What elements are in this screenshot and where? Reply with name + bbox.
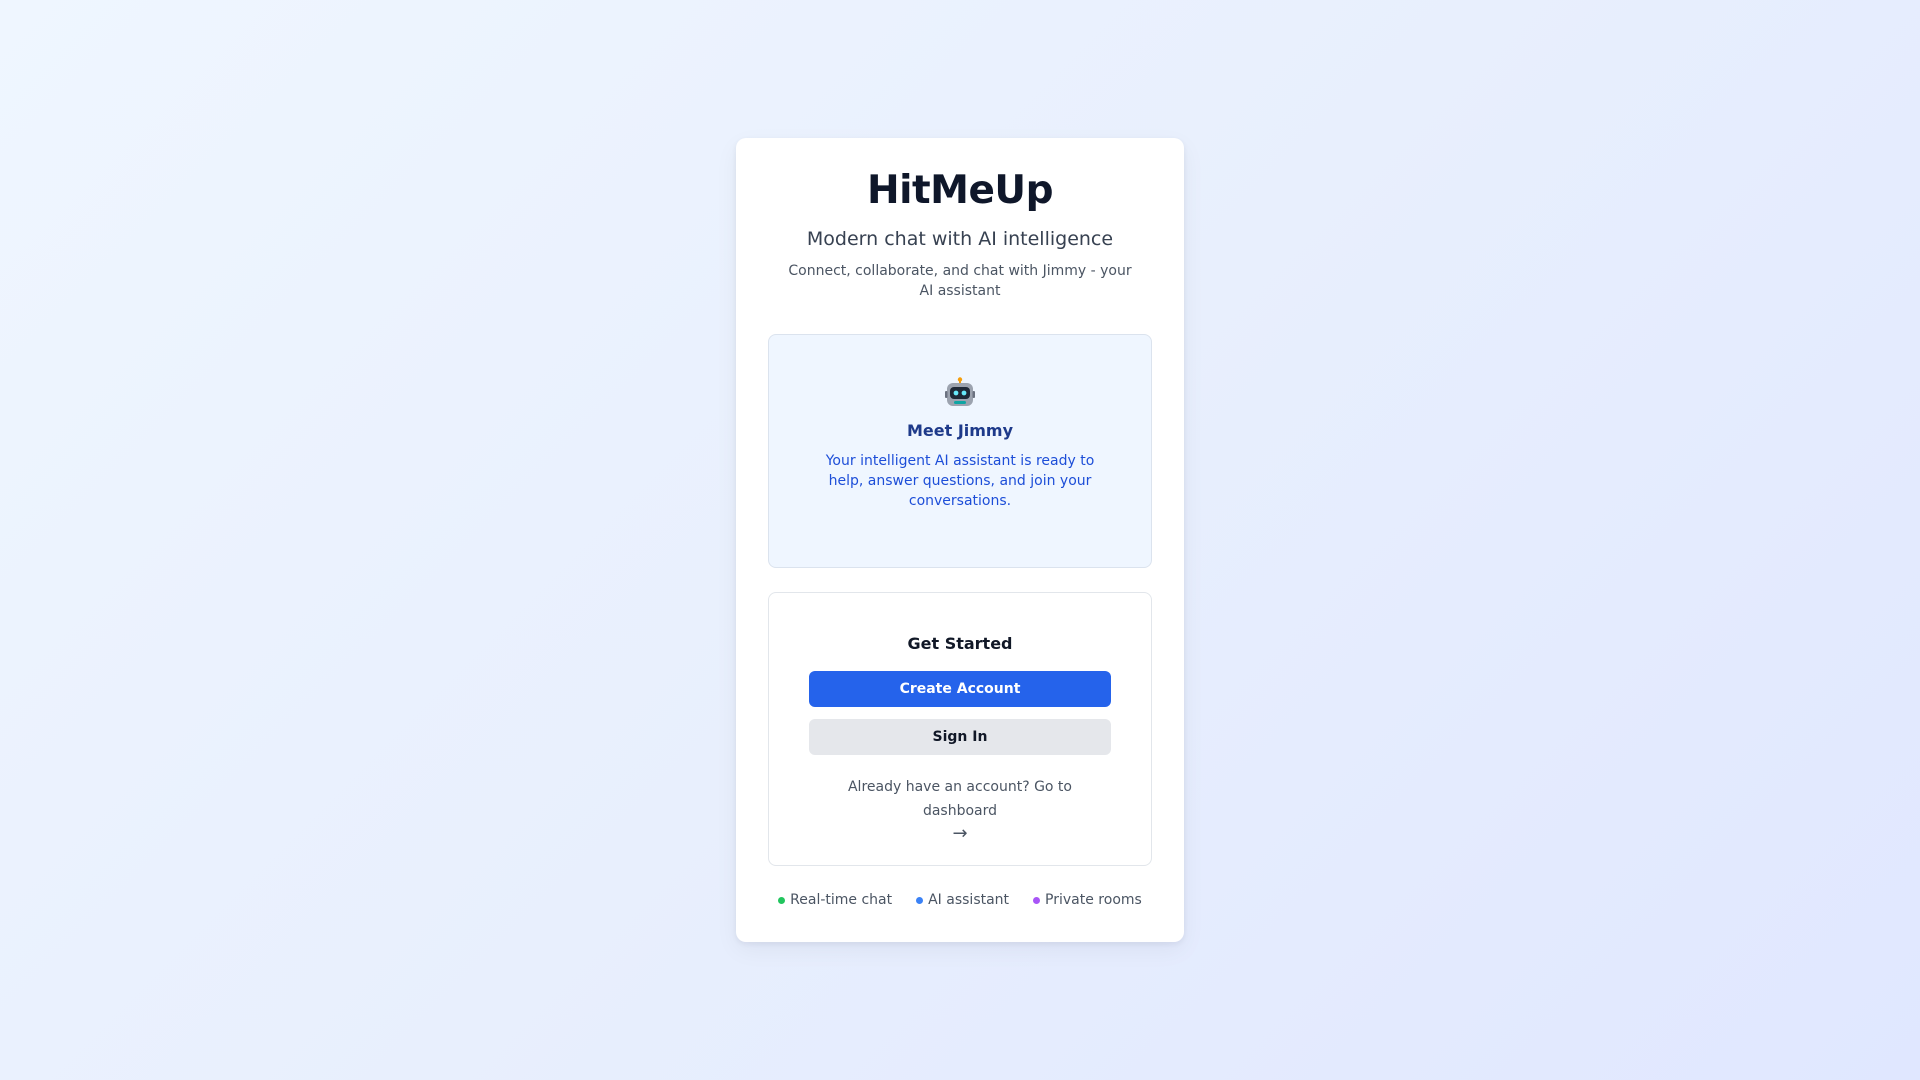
sign-in-button[interactable]: Sign In — [809, 719, 1111, 755]
feature-label: Private rooms — [1045, 892, 1142, 908]
tagline: Modern chat with AI intelligence — [806, 228, 1114, 250]
get-started-panel: Get Started Create Account Sign In Alrea… — [768, 592, 1152, 866]
app-description: Connect, collaborate, and chat with Jimm… — [788, 263, 1132, 299]
arrow-right-icon: → — [952, 823, 968, 844]
meet-jimmy-title: Meet Jimmy — [906, 421, 1014, 440]
feature-list: Real-time chat AI assistant Private room… — [736, 890, 1184, 910]
meet-jimmy-panel: Meet Jimmy Your intelligent AI assistant… — [768, 334, 1152, 568]
meet-jimmy-description: Your intelligent AI assistant is ready t… — [825, 453, 1095, 509]
go-to-dashboard-link[interactable]: Already have an account? Go to dashboard… — [809, 775, 1111, 845]
feature-label: AI assistant — [928, 892, 1010, 908]
dashboard-link-text: Already have an account? Go to dashboard — [847, 779, 1072, 819]
feature-item: Real-time chat — [778, 890, 892, 910]
purple-dot-icon — [1033, 896, 1041, 904]
feature-label: Real-time chat — [790, 892, 893, 908]
feature-item: Private rooms — [1033, 890, 1142, 910]
green-dot-icon — [778, 896, 786, 904]
app-title: HitMeUp — [867, 168, 1054, 213]
welcome-card: HitMeUp Modern chat with AI intelligence… — [736, 138, 1184, 942]
blue-dot-icon — [916, 896, 924, 904]
feature-item: AI assistant — [916, 890, 1009, 910]
get-started-title: Get Started — [907, 634, 1013, 653]
create-account-button[interactable]: Create Account — [809, 671, 1111, 707]
robot-icon — [769, 377, 1151, 411]
